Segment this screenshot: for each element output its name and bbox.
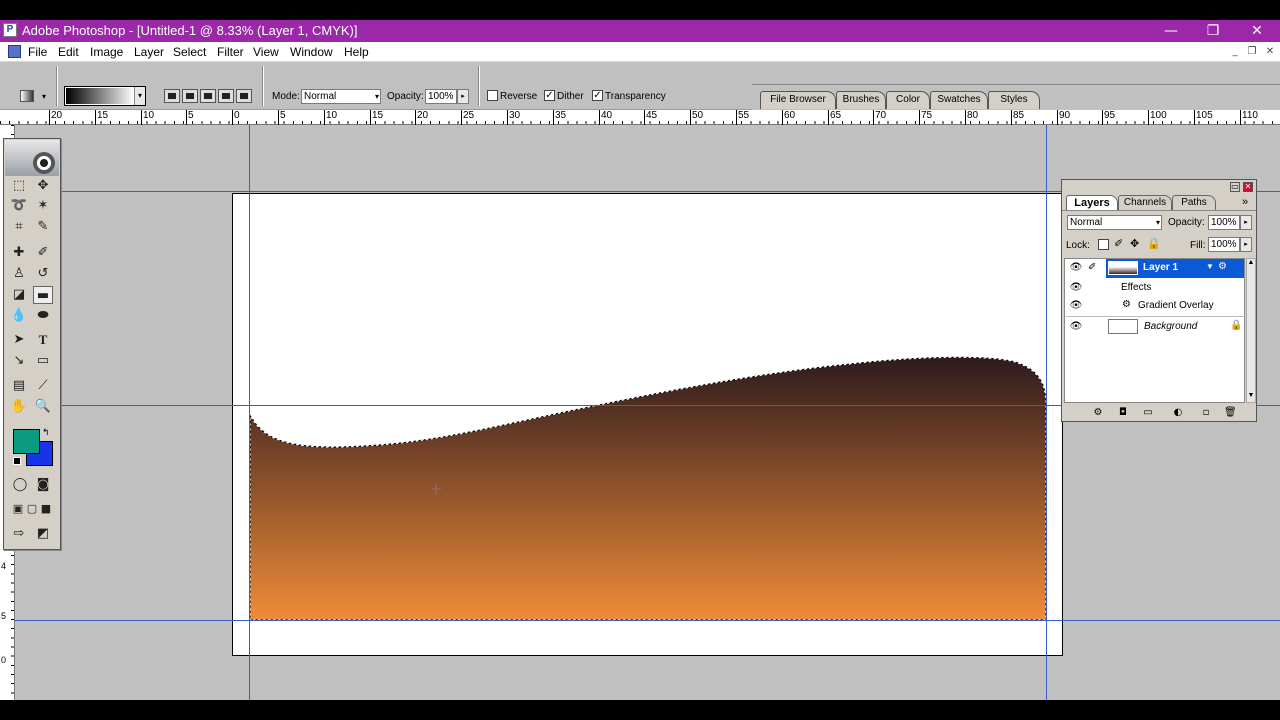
fill-value: 100% [1211,239,1237,250]
magic-wand-icon[interactable]: ✶ [33,197,53,215]
visibility-eye-icon[interactable]: 👁 [1069,282,1083,293]
layers-list: 👁 ✐ Layer 1 ▼ ⚙ 👁 Effects 👁 ⚙ Gradient O… [1064,258,1246,403]
clone-stamp-icon[interactable]: ♙ [9,265,29,283]
hand-icon[interactable]: ✋ [9,398,29,416]
jump-to-imageready-icon[interactable]: ⇨ [9,525,29,543]
tab-paths[interactable]: Paths [1172,195,1216,210]
palette-menu-icon[interactable]: » [1242,196,1248,208]
lock-all-icon[interactable]: 🔒 [1147,237,1161,250]
gradient-fill-shape [250,357,1046,620]
notes-icon[interactable]: ▤ [9,377,29,395]
eraser-icon[interactable]: ◪ [9,286,29,304]
lasso-icon[interactable]: ➰ [9,197,29,215]
swap-colors-icon[interactable]: ↰ [42,427,50,438]
marquee-icon[interactable]: ⬚ [9,177,29,195]
standard-mode-icon[interactable]: ◯ [10,476,30,494]
move-icon[interactable]: ✥ [33,177,53,195]
new-adjustment-layer-icon[interactable]: ◐ [1172,407,1184,419]
guide-horizontal[interactable] [15,620,1280,621]
lock-move-icon[interactable]: ✥ [1130,237,1139,250]
visibility-eye-icon[interactable]: 👁 [1069,262,1083,273]
layers-scrollbar[interactable]: ▲ ▼ [1246,258,1256,403]
screen-mode-full-icon[interactable]: ■ [36,500,56,518]
new-layer-icon[interactable]: ▫ [1200,407,1212,419]
palette-close-button[interactable]: ✕ [1243,182,1253,192]
opacity-label: Opacity: [1168,217,1205,228]
visibility-eye-icon[interactable]: 👁 [1069,300,1083,311]
quick-mask-icon[interactable]: ◙ [33,476,53,494]
layer-thumbnail [1108,261,1138,275]
lock-transparency-checkbox[interactable] [1098,239,1109,250]
palette-minimize-button[interactable]: ▭ [1230,182,1240,192]
fill-input[interactable]: 100% [1208,237,1240,252]
adobe-online-button[interactable] [5,140,59,176]
layer-opacity-slider-button[interactable]: ▸ [1240,215,1252,230]
expand-effects-icon[interactable]: ▼ [1206,262,1214,271]
chevron-down-icon: ▾ [1155,218,1160,227]
guide-vertical[interactable] [249,125,250,700]
layers-palette-actions: ⚙ ◘ ▭ ◐ ▫ 🗑 [1092,407,1252,419]
zoom-icon[interactable]: 🔍 [33,398,53,416]
fx-icon: ⚙ [1218,261,1227,272]
layer-thumbnail [1108,319,1138,334]
visibility-eye-icon[interactable]: 👁 [1069,321,1083,332]
brush-link-icon[interactable]: ✐ [1088,262,1096,273]
layer-opacity-input[interactable]: 100% [1208,215,1240,230]
divider [1062,210,1256,211]
fx-icon: ⚙ [1122,299,1131,310]
eyedropper-icon[interactable]: ⟋ [33,377,53,395]
layer-name: Background [1144,321,1198,332]
foreground-color-swatch[interactable] [13,429,40,454]
layer-row-gradient-overlay[interactable]: 👁 ⚙ Gradient Overlay [1066,296,1246,315]
layer-opacity-value: 100% [1211,217,1237,228]
blur-icon[interactable]: 💧 [9,307,29,325]
effect-name: Gradient Overlay [1138,300,1214,311]
trash-icon[interactable]: 🗑 [1224,407,1237,419]
brush-icon[interactable]: ✐ [33,244,53,262]
photoshop-window: P Adobe Photoshop - [Untitled-1 @ 8.33% … [0,20,1280,700]
palette-title-bar[interactable]: ▭ ✕ [1062,180,1256,193]
scroll-down-icon[interactable]: ▼ [1247,392,1255,402]
layers-palette: ▭ ✕ Layers Channels Paths » Normal ▾ Opa… [1061,179,1257,422]
lock-brush-icon[interactable]: ✐ [1114,237,1123,250]
scroll-up-icon[interactable]: ▲ [1247,259,1255,269]
tab-layers[interactable]: Layers [1066,195,1118,210]
healing-brush-icon[interactable]: ✚ [9,244,29,262]
crop-icon[interactable]: ⌗ [9,218,29,236]
blend-mode-value: Normal [1070,217,1103,228]
blend-mode-select[interactable]: Normal ▾ [1067,215,1162,230]
pen-icon[interactable]: ↘ [9,352,29,370]
type-icon[interactable]: T [33,331,53,349]
lock-label: Lock: [1066,240,1090,251]
gradient-icon[interactable]: ▬ [33,286,53,304]
fill-slider-button[interactable]: ▸ [1240,237,1252,252]
add-layer-style-icon[interactable]: ⚙ [1092,407,1104,419]
rectangle-icon[interactable]: ▭ [33,352,53,370]
slice-icon[interactable]: ✎ [33,218,53,236]
layer-row-effects[interactable]: 👁 Effects [1066,278,1246,297]
lock-icon: 🔒 [1230,320,1243,331]
effects-label: Effects [1121,282,1152,293]
add-mask-icon[interactable]: ◘ [1117,407,1129,419]
path-selection-icon[interactable]: ➤ [9,331,29,349]
eye-logo-icon [33,152,55,174]
layer-row-layer-1[interactable]: 👁 ✐ Layer 1 ▼ ⚙ [1066,259,1246,278]
history-brush-icon[interactable]: ↺ [33,265,53,283]
layer-row-background[interactable]: 👁 Background 🔒 [1066,316,1246,335]
tab-channels[interactable]: Channels [1118,195,1172,210]
imageready-icon[interactable]: ◩ [33,525,53,543]
fill-label: Fill: [1190,240,1206,251]
dodge-icon[interactable]: ⬬ [33,307,53,325]
toolbox: ⬚ ✥ ➰ ✶ ⌗ ✎ ✚ ✐ ♙ ↺ ◪ ▬ 💧 ⬬ ➤ T ↘ ▭ ▤ ⟋ … [3,138,61,550]
guide-vertical[interactable] [1046,125,1047,700]
default-colors-icon[interactable] [13,457,21,465]
new-set-icon[interactable]: ▭ [1142,407,1154,419]
layer-name: Layer 1 [1143,262,1179,273]
